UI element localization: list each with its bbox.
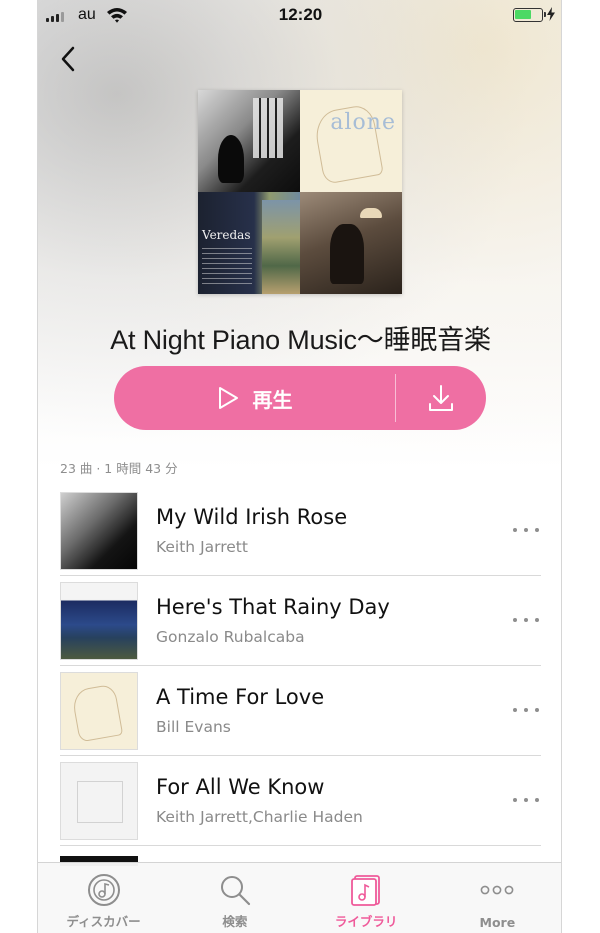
track-artwork [60,582,138,660]
back-chevron-icon[interactable] [58,44,80,74]
tab-discover[interactable]: ディスカバー [38,863,169,933]
search-icon [220,876,250,906]
more-options-icon[interactable] [513,700,539,720]
tab-label: ライブラリ [334,914,398,929]
status-time: 12:20 [278,5,323,24]
more-options-icon[interactable] [513,520,539,540]
track-artist: Gonzalo Rubalcaba [156,628,305,646]
download-icon [429,385,453,411]
download-button[interactable] [396,366,486,430]
artwork-tile-alone: alone [300,90,402,192]
track-title: My Wild Irish Rose [156,505,348,529]
track-artwork [60,672,138,750]
track-row[interactable]: A Time For Love Bill Evans [38,666,561,756]
battery-level [515,10,531,19]
track-title: A Time For Love [156,685,325,709]
album-meta: 23 曲 · 1 時間 43 分 [60,461,178,476]
charging-icon [547,7,555,21]
status-bar: au 12:20 [38,0,561,30]
artwork-tile-veredas: Veredas [198,192,300,294]
tab-library[interactable]: ライブラリ [301,863,432,933]
track-title: Here's That Rainy Day [156,595,390,619]
play-icon [218,387,238,409]
track-artwork [60,492,138,570]
tab-label: 検索 [222,914,248,929]
artwork-tile-photo [300,192,402,294]
artwork-tile-keith-jarrett [198,90,300,192]
divider [60,845,541,846]
track-row[interactable]: My Wild Irish Rose Keith Jarrett [38,486,561,576]
play-label: 再生 [252,387,293,412]
album-title: At Night Piano Music～睡眠音楽 [110,325,491,355]
track-artist: Keith Jarrett [156,538,248,556]
discover-icon [87,874,120,906]
more-options-icon[interactable] [513,790,539,810]
track-title: For All We Know [156,775,325,799]
more-icon [480,885,514,895]
tab-more[interactable]: More [432,863,561,933]
tab-search[interactable]: 検索 [169,863,300,933]
tab-bar: ディスカバー 検索 ライブラリ More [38,862,561,933]
album-artwork: alone Veredas [198,90,402,294]
track-artist: Bill Evans [156,718,231,736]
track-list: My Wild Irish Rose Keith Jarrett Here's … [38,486,561,846]
track-row[interactable]: Here's That Rainy Day Gonzalo Rubalcaba [38,576,561,666]
tab-label: More [479,915,516,930]
track-row[interactable]: For All We Know Keith Jarrett,Charlie Ha… [38,756,561,846]
tab-label: ディスカバー [66,914,141,929]
battery-icon [513,8,546,22]
play-button[interactable]: 再生 [114,366,395,430]
track-artist: Keith Jarrett,Charlie Haden [156,808,363,826]
phone-screen: au 12:20 alone Veredas At Night Piano Mu… [37,0,562,933]
library-icon [351,875,381,906]
more-options-icon[interactable] [513,610,539,630]
track-artwork [60,762,138,840]
action-pill: 再生 [114,366,486,430]
